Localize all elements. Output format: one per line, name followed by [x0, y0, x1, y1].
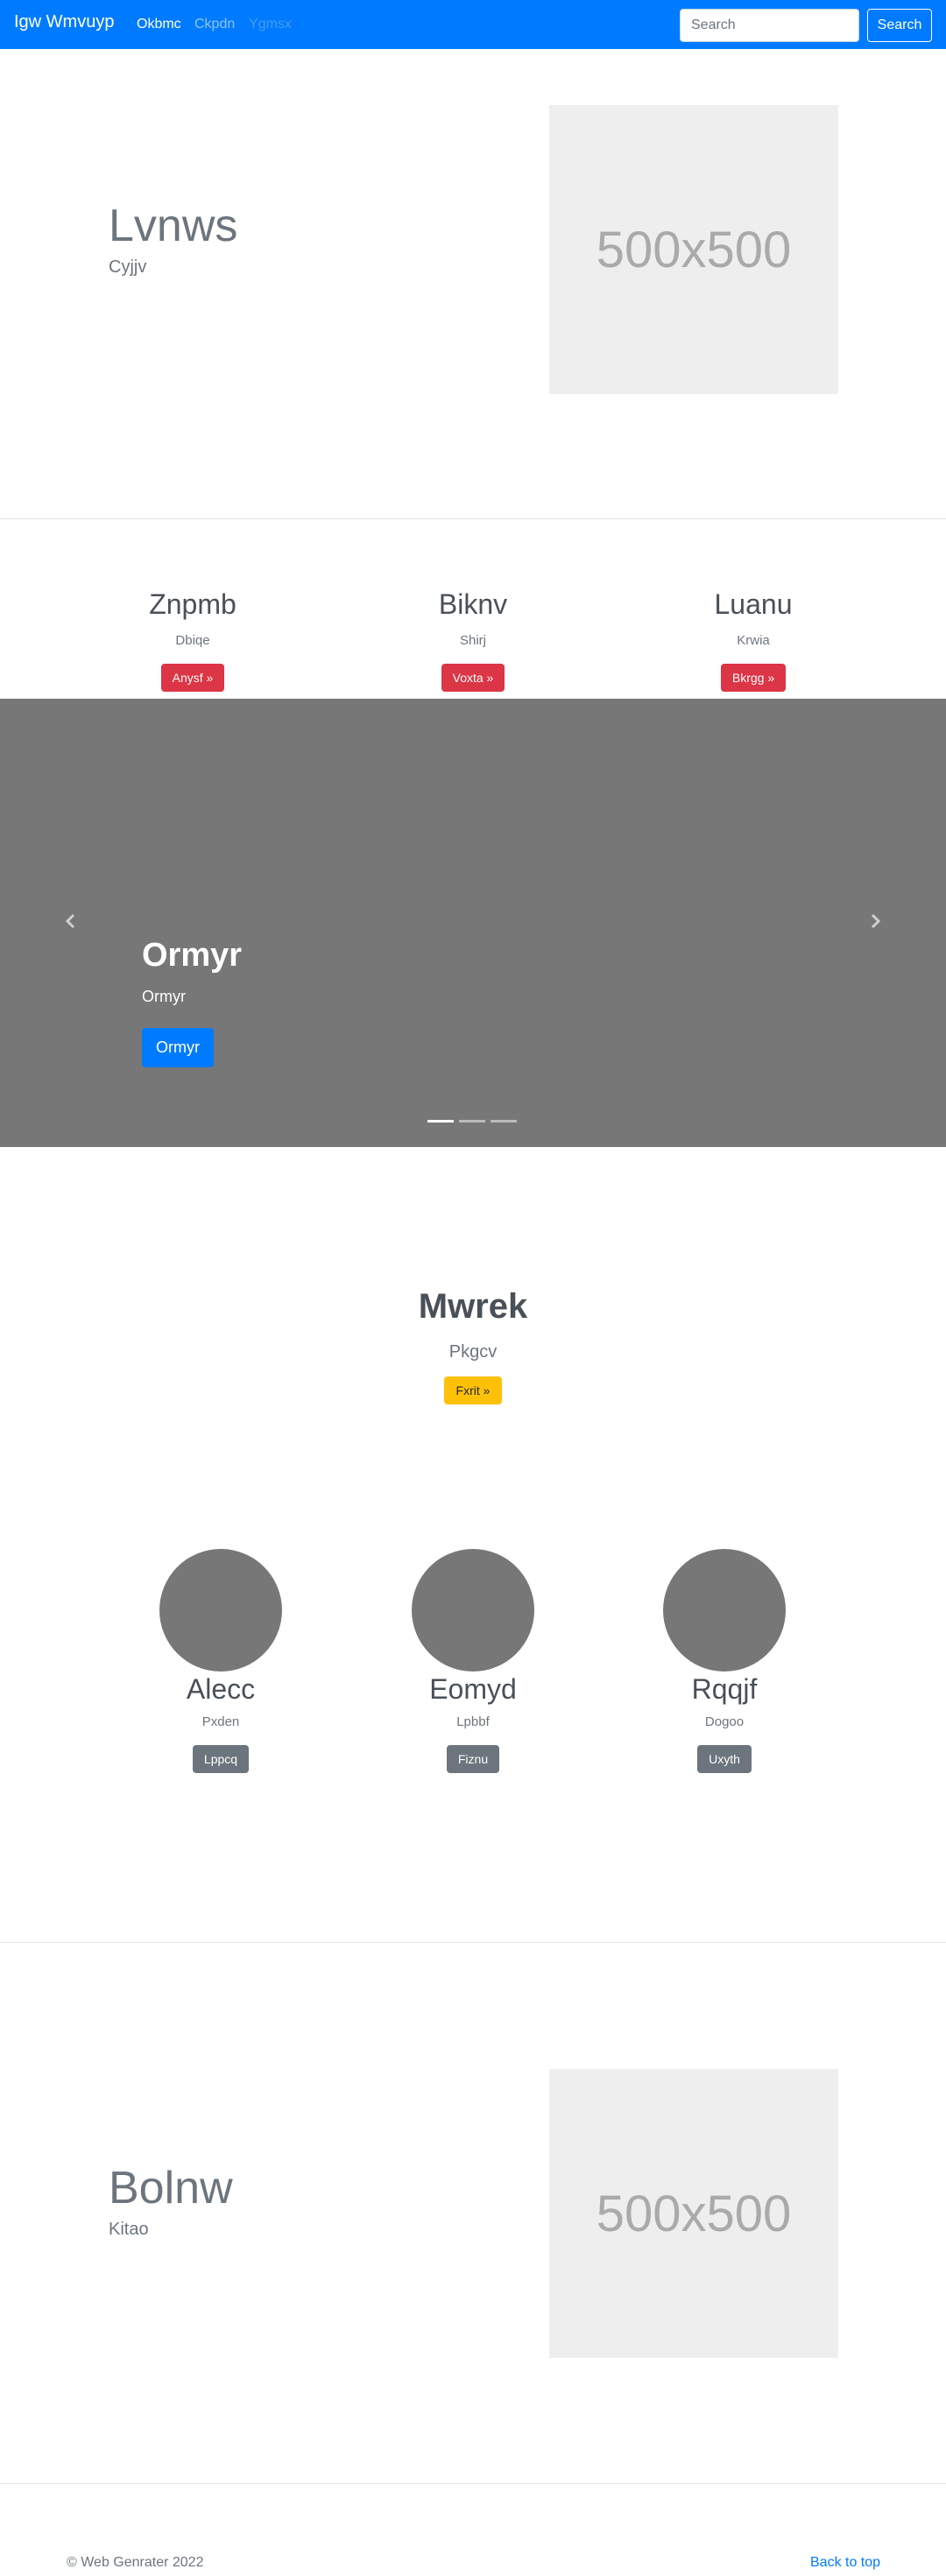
back-to-top-link[interactable]: Back to top — [810, 2555, 880, 2571]
hero-image-placeholder: 500x500 — [549, 2069, 838, 2358]
feature-title: Biknv — [438, 588, 508, 620]
hero-title: Lvnws — [109, 201, 238, 251]
feature-text: Shirj — [459, 633, 486, 648]
search-input[interactable] — [680, 9, 859, 42]
team-member: Eomyd Lpbbf Fiznu — [385, 1549, 561, 1773]
carousel-indicator[interactable] — [459, 1120, 485, 1123]
member-role: Dogoo — [704, 1714, 745, 1729]
avatar — [663, 1549, 786, 1672]
hero-section-bottom: Bolnw Kitao 500x500 — [0, 1943, 946, 2483]
hero-title: Bolnw — [109, 2163, 233, 2214]
carousel-prev-icon[interactable] — [62, 912, 80, 930]
team-member: Alecc Pxden Lppcq — [133, 1549, 308, 1773]
carousel-indicator[interactable] — [491, 1120, 517, 1123]
member-name: Rqqjf — [691, 1673, 758, 1705]
carousel-next-icon[interactable] — [866, 912, 884, 930]
avatar — [159, 1549, 282, 1672]
carousel-caption-title: Ormyr — [142, 937, 243, 974]
carousel-indicator[interactable] — [427, 1120, 454, 1123]
hero-subtitle: Cyjjv — [109, 257, 147, 277]
nav-link-ckpdn[interactable]: Ckpdn — [194, 17, 235, 32]
carousel-indicators — [427, 1120, 517, 1123]
feature-text: Krwia — [737, 633, 770, 648]
hero-subtitle: Kitao — [109, 2220, 149, 2239]
cta-section: Mwrek Pkgcv Fxrit » — [0, 1287, 946, 1404]
copyright-text: © Web Genrater 2022 — [67, 2555, 204, 2570]
section-divider — [0, 518, 946, 519]
feature-text: Dbiqe — [175, 633, 210, 648]
feature-column: Biknv Shirj Voxta » — [368, 588, 578, 692]
feature-button[interactable]: Bkrgg » — [720, 664, 787, 692]
member-button[interactable]: Fiznu — [446, 1745, 500, 1773]
member-name: Alecc — [186, 1673, 256, 1705]
feature-title: Znpmb — [149, 588, 236, 620]
avatar — [412, 1549, 534, 1672]
feature-title: Luanu — [714, 588, 793, 620]
feature-button[interactable]: Anysf » — [160, 664, 225, 692]
cta-subtitle: Pkgcv — [448, 1342, 498, 1362]
carousel-caption-button[interactable]: Ormyr — [142, 1028, 214, 1067]
feature-column: Luanu Krwia Bkrgg » — [648, 588, 858, 692]
member-role: Pxden — [201, 1714, 240, 1729]
carousel-caption-text: Ormyr — [142, 988, 186, 1005]
member-name: Eomyd — [429, 1673, 517, 1705]
brand-link[interactable]: Igw Wmvuyp — [14, 12, 114, 32]
member-button[interactable]: Lppcq — [192, 1745, 250, 1773]
navbar: Igw Wmvuyp Okbmc Ckpdn Ygmsx Search — [0, 0, 946, 49]
section-divider — [0, 2483, 946, 2484]
member-button[interactable]: Uxyth — [697, 1745, 752, 1773]
cta-title: Mwrek — [418, 1287, 528, 1326]
member-role: Lpbbf — [456, 1714, 490, 1729]
hero-section-top: Lvnws Cyjjv 500x500 — [0, 49, 946, 518]
team-member: Rqqjf Dogoo Uxyth — [637, 1549, 812, 1773]
nav-link-ygmsx: Ygmsx — [249, 17, 292, 32]
feature-button[interactable]: Voxta » — [441, 664, 505, 692]
feature-column: Znpmb Dbiqe Anysf » — [88, 588, 298, 692]
carousel: Ormyr Ormyr Ormyr — [0, 699, 946, 1147]
search-button[interactable]: Search — [867, 9, 932, 42]
cta-button[interactable]: Fxrit » — [443, 1376, 503, 1404]
hero-image-placeholder: 500x500 — [549, 105, 838, 394]
nav-link-okbmc[interactable]: Okbmc — [137, 17, 181, 32]
